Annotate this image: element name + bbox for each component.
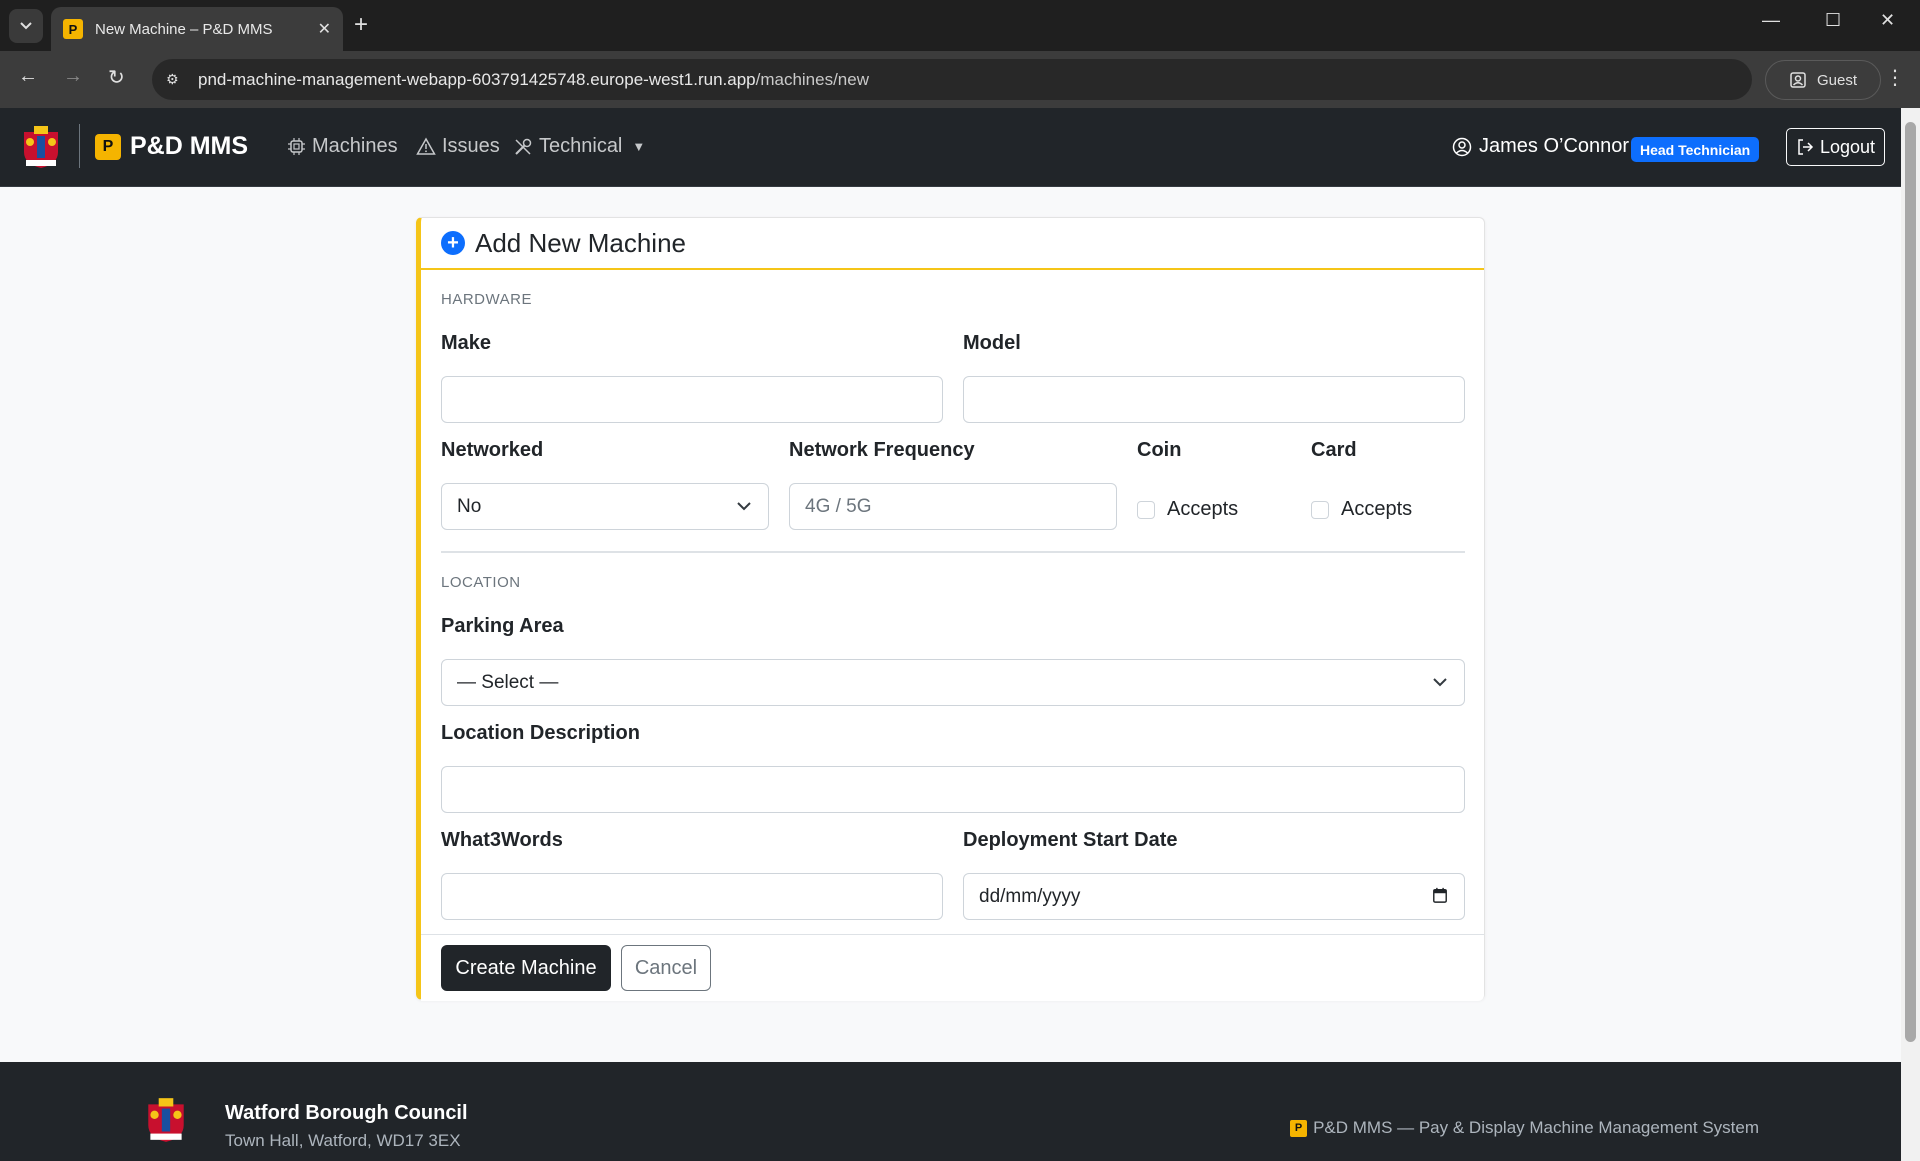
cpu-icon: [288, 138, 305, 155]
what3words-input[interactable]: [441, 873, 943, 920]
nav-link-label: Technical: [539, 135, 623, 157]
app-navbar: P P&D MMS Machines Issues Technical ▼ Ja…: [0, 108, 1901, 187]
tools-icon: [515, 138, 532, 155]
create-machine-button[interactable]: Create Machine: [441, 945, 611, 991]
chevron-down-icon: [1433, 678, 1447, 687]
coin-accepts-checkbox[interactable]: [1137, 501, 1155, 519]
section-hardware: HARDWARE: [441, 291, 532, 308]
profile-icon: [1790, 72, 1806, 88]
browser-tab-bar: P New Machine – P&D MMS ✕ + — ☐ ✕: [0, 0, 1920, 51]
user-name: James O’Connor: [1479, 135, 1630, 157]
close-window-icon[interactable]: ✕: [1880, 10, 1895, 31]
warning-icon: [416, 137, 436, 155]
browser-tab[interactable]: P New Machine – P&D MMS ✕: [51, 7, 343, 51]
nav-divider: [79, 124, 80, 168]
make-label: Make: [441, 332, 492, 354]
maximize-icon[interactable]: ☐: [1825, 10, 1841, 31]
footer-tagline: P P&D MMS — Pay & Display Machine Manage…: [1290, 1118, 1759, 1138]
address-bar[interactable]: ⚙ pnd-machine-management-webapp-60379142…: [152, 59, 1752, 100]
site-settings-icon[interactable]: ⚙: [166, 71, 186, 88]
user-circle-icon: [1452, 137, 1472, 156]
browser-toolbar: ← → ↻ ⚙ pnd-machine-management-webapp-60…: [0, 51, 1920, 108]
card-label: Card: [1311, 439, 1357, 461]
model-label: Model: [963, 332, 1021, 354]
new-tab-button[interactable]: +: [354, 11, 368, 39]
caret-down-icon: ▼: [632, 139, 646, 154]
browser-menu-icon[interactable]: ⋮: [1885, 65, 1905, 90]
card-accepts-checkbox[interactable]: [1311, 501, 1329, 519]
nav-link-issues[interactable]: Issues: [416, 135, 500, 158]
tab-search-button[interactable]: [9, 9, 43, 43]
network-frequency-input[interactable]: 4G / 5G: [789, 483, 1117, 530]
page-scrollbar[interactable]: [1901, 108, 1920, 1161]
page: P P&D MMS Machines Issues Technical ▼ Ja…: [0, 108, 1901, 1161]
network-frequency-label: Network Frequency: [789, 439, 975, 461]
back-icon[interactable]: ←: [18, 65, 38, 88]
add-machine-card: + Add New Machine HARDWARE Make Model Ne…: [416, 217, 1485, 1001]
site-footer: Watford Borough Council Town Hall, Watfo…: [0, 1062, 1901, 1161]
make-input[interactable]: [441, 376, 943, 423]
minimize-icon[interactable]: —: [1762, 10, 1780, 31]
coin-label: Coin: [1137, 439, 1182, 461]
deployment-start-date-input[interactable]: dd/mm/yyyy: [963, 873, 1465, 920]
tab-favicon: P: [63, 19, 83, 39]
tab-title: New Machine – P&D MMS: [95, 20, 273, 38]
page-title: Add New Machine: [475, 227, 686, 258]
parking-area-label: Parking Area: [441, 615, 564, 637]
council-crest-logo: [148, 1098, 184, 1142]
parking-area-select[interactable]: — Select —: [441, 659, 1465, 706]
nav-link-label: Issues: [442, 135, 500, 157]
networked-select[interactable]: No: [441, 483, 769, 530]
chevron-down-icon: [737, 502, 751, 511]
location-description-input[interactable]: [441, 766, 1465, 813]
logout-icon: [1798, 139, 1814, 155]
org-name: Watford Borough Council: [225, 1102, 468, 1124]
networked-label: Networked: [441, 439, 544, 461]
what3words-label: What3Words: [441, 829, 563, 851]
brand[interactable]: P P&D MMS: [95, 132, 248, 161]
calendar-icon[interactable]: [1432, 887, 1448, 903]
section-location: LOCATION: [441, 574, 521, 591]
user-info: James O’Connor: [1452, 135, 1629, 158]
forward-icon[interactable]: →: [63, 65, 83, 88]
logout-button[interactable]: Logout: [1786, 128, 1885, 166]
close-tab-icon[interactable]: ✕: [318, 19, 331, 39]
council-crest-logo: [24, 126, 58, 168]
brand-name: P&D MMS: [130, 132, 249, 160]
date-placeholder: dd/mm/yyyy: [979, 885, 1081, 907]
coin-accepts-label[interactable]: Accepts: [1167, 498, 1238, 521]
card-footer: Create Machine Cancel: [421, 934, 1484, 1001]
nav-link-label: Machines: [312, 135, 398, 157]
url-path: /machines/new: [755, 69, 869, 89]
url-host: pnd-machine-management-webapp-6037914257…: [198, 69, 756, 89]
nav-link-technical-dropdown[interactable]: Technical ▼: [513, 135, 645, 158]
profile-button[interactable]: Guest: [1765, 60, 1881, 100]
profile-label: Guest: [1816, 71, 1858, 89]
nav-link-machines[interactable]: Machines: [287, 135, 398, 158]
chevron-down-icon: [20, 22, 32, 30]
section-divider: [441, 551, 1465, 553]
networked-value: No: [457, 495, 482, 517]
tagline-text: P&D MMS — Pay & Display Machine Manageme…: [1313, 1118, 1759, 1137]
url-text: pnd-machine-management-webapp-6037914257…: [198, 70, 869, 90]
brand-icon: P: [1290, 1119, 1308, 1137]
brand-icon: P: [95, 133, 121, 160]
card-header: + Add New Machine: [421, 218, 1484, 270]
cancel-button[interactable]: Cancel: [621, 945, 711, 991]
plus-circle-icon: +: [441, 231, 465, 255]
deployment-start-label: Deployment Start Date: [963, 829, 1178, 851]
role-badge: Head Technician: [1631, 137, 1760, 162]
model-input[interactable]: [963, 376, 1465, 423]
logout-label: Logout: [1819, 136, 1876, 157]
reload-icon[interactable]: ↻: [108, 65, 125, 90]
org-address: Town Hall, Watford, WD17 3EX: [225, 1131, 461, 1150]
scrollbar-thumb[interactable]: [1905, 122, 1916, 1042]
location-description-label: Location Description: [441, 722, 640, 744]
parking-area-value: — Select —: [457, 671, 559, 693]
card-accepts-label[interactable]: Accepts: [1341, 498, 1412, 521]
